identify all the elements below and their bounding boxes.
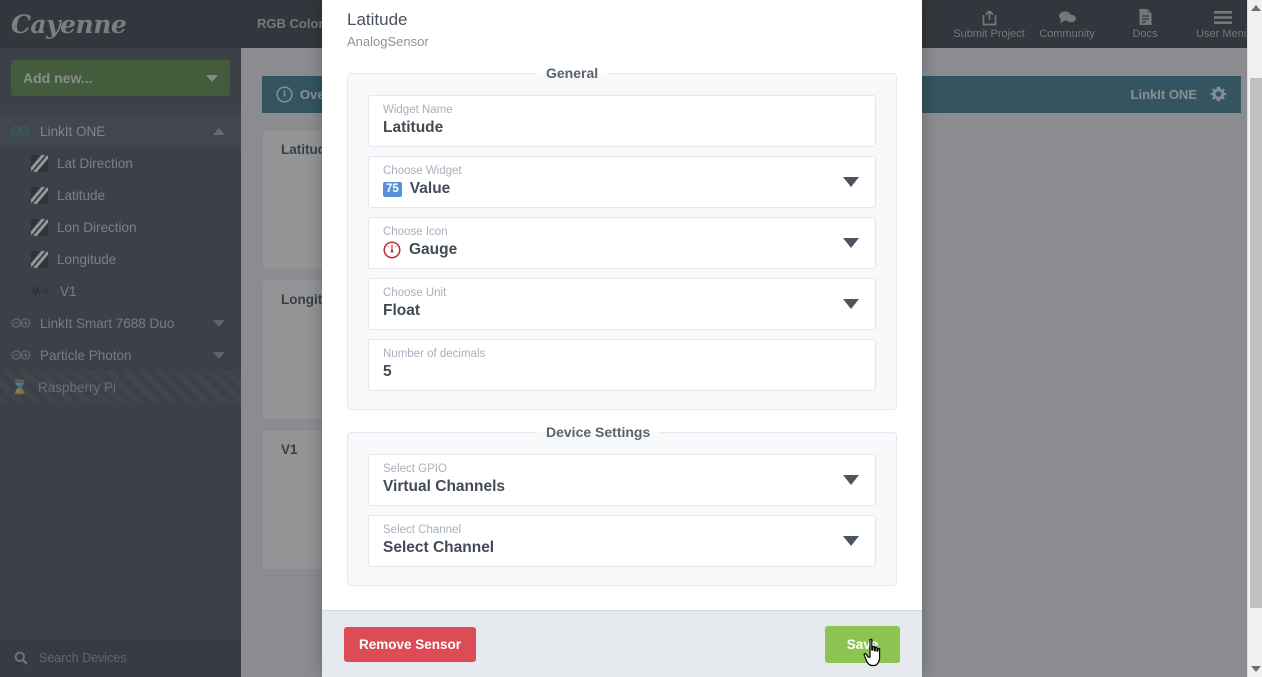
value-badge-icon: 75 [383, 181, 402, 197]
widget-name-value: Latitude [383, 119, 444, 136]
choose-icon-value-row: Gauge [383, 239, 861, 261]
select-channel-value: Select Channel [383, 539, 495, 556]
number-of-decimals-label: Number of decimals [383, 348, 486, 360]
save-button[interactable]: Save [825, 625, 900, 663]
modal-title: Latitude [347, 10, 408, 29]
chevron-down-icon [843, 299, 859, 309]
general-section: General Widget Name Latitude Choose Widg… [347, 65, 897, 410]
triangle-up-icon [1250, 5, 1261, 11]
scroll-up-arrow[interactable] [1248, 0, 1262, 16]
triangle-down-icon [1250, 666, 1261, 672]
gauge-icon [383, 241, 401, 259]
app-root: Cayenne Add new... LinkIt ONE [0, 0, 1262, 677]
page-scrollbar[interactable] [1247, 0, 1262, 677]
modal-footer: Remove Sensor Save [322, 610, 922, 677]
choose-widget-label: Choose Widget [383, 165, 462, 177]
chevron-down-icon [843, 536, 859, 546]
modal-subtitle: AnalogSensor [347, 34, 429, 49]
select-gpio-label: Select GPIO [383, 463, 447, 475]
choose-widget-select[interactable]: Choose Widget 75 Value [368, 156, 876, 208]
device-settings-legend: Device Settings [546, 424, 651, 440]
choose-icon-label: Choose Icon [383, 226, 448, 238]
choose-unit-select[interactable]: Choose Unit Float [368, 278, 876, 330]
modal-header: Latitude AnalogSensor [322, 0, 922, 49]
choose-icon-value: Gauge [409, 241, 458, 258]
select-gpio-value: Virtual Channels [383, 478, 506, 495]
choose-widget-value: Value [409, 180, 451, 197]
sensor-settings-modal: Latitude AnalogSensor General Widget Nam… [322, 0, 922, 677]
select-channel-select[interactable]: Select Channel Select Channel [368, 515, 876, 567]
widget-name-input[interactable]: Widget Name Latitude [368, 95, 876, 147]
number-of-decimals-input[interactable]: Number of decimals 5 [368, 339, 876, 391]
select-channel-label: Select Channel [383, 524, 461, 536]
scrollbar-thumb[interactable] [1250, 78, 1262, 608]
chevron-down-icon [843, 475, 859, 485]
chevron-down-icon [843, 177, 859, 187]
modal-body: General Widget Name Latitude Choose Widg… [322, 49, 922, 610]
choose-unit-label: Choose Unit [383, 287, 447, 299]
scroll-down-arrow[interactable] [1248, 661, 1262, 677]
remove-sensor-button[interactable]: Remove Sensor [344, 626, 477, 662]
choose-icon-select[interactable]: Choose Icon Gauge [368, 217, 876, 269]
chevron-down-icon [843, 238, 859, 248]
choose-unit-value: Float [383, 302, 421, 319]
choose-widget-value-row: 75 Value [383, 178, 861, 200]
widget-name-label: Widget Name [383, 104, 453, 116]
device-settings-section: Device Settings Select GPIO Virtual Chan… [347, 424, 897, 586]
general-legend: General [546, 65, 599, 81]
select-gpio-select[interactable]: Select GPIO Virtual Channels [368, 454, 876, 506]
number-of-decimals-value: 5 [383, 363, 392, 380]
